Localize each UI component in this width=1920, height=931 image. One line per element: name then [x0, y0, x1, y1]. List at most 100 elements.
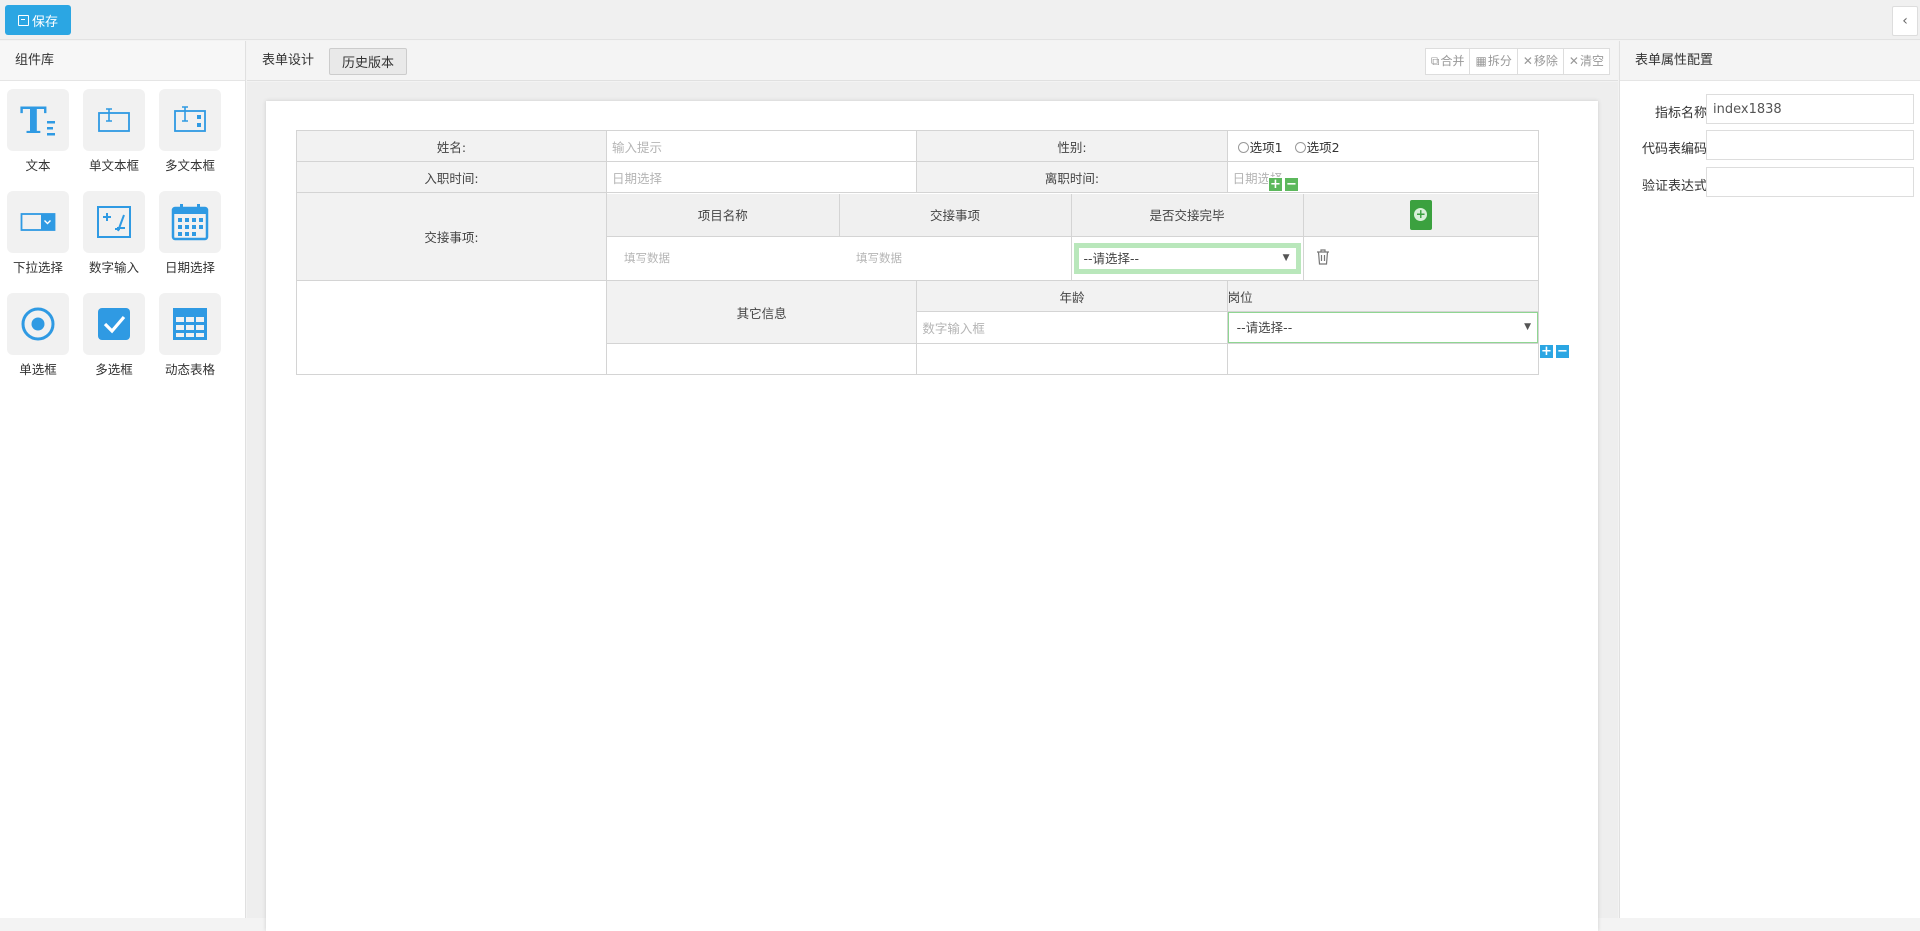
component-number-input[interactable]: 数字输入	[83, 191, 145, 281]
history-version-button[interactable]: 历史版本	[329, 48, 407, 75]
component-multi-textbox[interactable]: 多文本框	[159, 89, 221, 179]
gender-label: 性别:	[917, 131, 1227, 162]
component-checkbox[interactable]: 多选框	[83, 293, 145, 383]
name-input[interactable]: 输入提示	[607, 131, 917, 162]
component-text[interactable]: T 文本	[7, 89, 69, 179]
split-button[interactable]: ▦拆分	[1470, 49, 1517, 74]
save-label: 保存	[32, 11, 58, 30]
table-tools: ⧉合并 ▦拆分 ✕移除 ✕清空	[1425, 48, 1610, 75]
handover-inner-table: 项目名称 交接事项 是否交接完毕 + 填写数据 填写数据 --请选择--▼	[607, 194, 1538, 280]
remove-label: 移除	[1534, 49, 1558, 74]
radio-icon	[7, 293, 69, 355]
empty-cell[interactable]	[1227, 344, 1538, 375]
component-dropdown[interactable]: 下拉选择	[7, 191, 69, 281]
radio-option-1[interactable]	[1238, 142, 1249, 153]
merge-icon: ⧉	[1431, 49, 1440, 74]
component-label: 多文本框	[159, 155, 221, 174]
radio-option-2-label: 选项2	[1307, 140, 1340, 155]
select-value: --请选择--	[1237, 320, 1293, 335]
component-single-textbox[interactable]: 单文本框	[83, 89, 145, 179]
split-icon: ▦	[1475, 49, 1486, 74]
cell-resize-controls: + −	[1268, 177, 1299, 192]
prop-row-code-table: 代码表编码	[1620, 130, 1920, 162]
collapse-panel-button[interactable]: ‹	[1892, 6, 1918, 36]
single-textbox-icon	[83, 89, 145, 151]
trash-icon[interactable]	[1316, 249, 1330, 265]
table-icon	[159, 293, 221, 355]
multi-textbox-icon	[159, 89, 221, 151]
component-date-picker[interactable]: 日期选择	[159, 191, 221, 281]
radio-option-2[interactable]	[1295, 142, 1306, 153]
svg-text:T: T	[20, 100, 47, 141]
form-design-header: 表单设计 历史版本 ⧉合并 ▦拆分 ✕移除 ✕清空	[247, 41, 1618, 81]
handover-dynamic-table: 项目名称 交接事项 是否交接完毕 + 填写数据 填写数据 --请选择--▼	[607, 193, 1539, 281]
component-label: 日期选择	[159, 257, 221, 276]
gender-radio-group: 选项1 选项2	[1227, 131, 1538, 162]
form-row-other-header: 其它信息 年龄 岗位	[297, 281, 1539, 312]
close-icon: ✕	[1569, 49, 1579, 74]
save-button[interactable]: 保存	[5, 5, 71, 35]
empty-cell	[297, 281, 607, 375]
split-label: 拆分	[1488, 49, 1512, 74]
component-radio[interactable]: 单选框	[7, 293, 69, 383]
add-row-button[interactable]: +	[1410, 200, 1432, 230]
entry-date-label: 入职时间:	[297, 162, 607, 193]
select-value: --请选择--	[1084, 251, 1140, 266]
dropdown-icon	[7, 191, 69, 253]
radio-option-1-label: 选项1	[1250, 140, 1283, 155]
remove-button[interactable]: ✕移除	[1518, 49, 1564, 74]
table-cell-input[interactable]: 填写数据	[607, 237, 839, 280]
delete-row-cell	[1303, 237, 1538, 280]
clear-button[interactable]: ✕清空	[1564, 49, 1609, 74]
form-design-title: 表单设计	[262, 41, 314, 81]
component-library-title: 组件库	[0, 41, 245, 81]
col-header-project-name: 项目名称	[607, 194, 839, 237]
caret-down-icon: ▼	[1283, 248, 1290, 269]
minus-icon[interactable]: −	[1284, 177, 1299, 192]
top-toolbar: 保存 ‹	[0, 0, 1920, 40]
code-table-input[interactable]	[1706, 130, 1914, 160]
minus-icon[interactable]: −	[1555, 344, 1570, 359]
form-properties-panel: 表单属性配置 指标名称 代码表编码 验证表达式	[1619, 41, 1920, 918]
empty-cell[interactable]	[607, 344, 917, 375]
save-icon	[18, 15, 29, 26]
component-label: 动态表格	[159, 359, 221, 378]
validation-label: 验证表达式	[1642, 175, 1707, 194]
component-label: 文本	[7, 155, 69, 174]
table-cell-input[interactable]: 填写数据	[839, 237, 1071, 280]
add-row-cell: +	[1303, 194, 1538, 237]
component-label: 单文本框	[83, 155, 145, 174]
empty-cell[interactable]	[917, 344, 1227, 375]
handover-done-cell: --请选择-- ▼	[1071, 237, 1303, 280]
component-label: 单选框	[7, 359, 69, 378]
prop-row-index-name: 指标名称	[1620, 94, 1920, 126]
handover-done-select[interactable]: --请选择-- ▼	[1074, 243, 1301, 274]
plus-icon[interactable]: +	[1268, 177, 1283, 192]
post-header: 岗位	[1227, 281, 1538, 312]
form-row-handover: 交接事项: 项目名称 交接事项 是否交接完毕 + 填写数据 填写数据 --请选择…	[297, 193, 1539, 281]
component-library-panel: 组件库 T 文本 单文本框 多文本框 下拉选择	[0, 41, 246, 918]
validation-input[interactable]	[1706, 167, 1914, 197]
plus-icon[interactable]: +	[1539, 344, 1554, 359]
form-table: 姓名: 输入提示 性别: 选项1 选项2 入职时间: 日期选择 离职时间: 日期…	[296, 130, 1539, 375]
properties-title: 表单属性配置	[1620, 41, 1920, 81]
number-input-icon	[83, 191, 145, 253]
merge-label: 合并	[1440, 49, 1464, 74]
form-row-dates: 入职时间: 日期选择 离职时间: 日期选择	[297, 162, 1539, 193]
age-header: 年龄	[917, 281, 1227, 312]
entry-date-input[interactable]: 日期选择	[607, 162, 917, 193]
other-info-label: 其它信息	[607, 281, 917, 344]
handover-label: 交接事项:	[297, 193, 607, 281]
prop-row-validation: 验证表达式	[1620, 167, 1920, 199]
post-select-cell: --请选择--▼	[1227, 312, 1538, 344]
post-select[interactable]: --请选择--▼	[1228, 312, 1538, 343]
code-table-label: 代码表编码	[1642, 138, 1707, 157]
age-input[interactable]: 数字输入框	[917, 312, 1227, 344]
component-label: 多选框	[83, 359, 145, 378]
merge-button[interactable]: ⧉合并	[1426, 49, 1471, 74]
index-name-label: 指标名称	[1655, 102, 1707, 121]
index-name-input[interactable]	[1706, 94, 1914, 124]
component-dynamic-table[interactable]: 动态表格	[159, 293, 221, 383]
clear-label: 清空	[1580, 49, 1604, 74]
row-resize-controls: + −	[1539, 344, 1570, 359]
